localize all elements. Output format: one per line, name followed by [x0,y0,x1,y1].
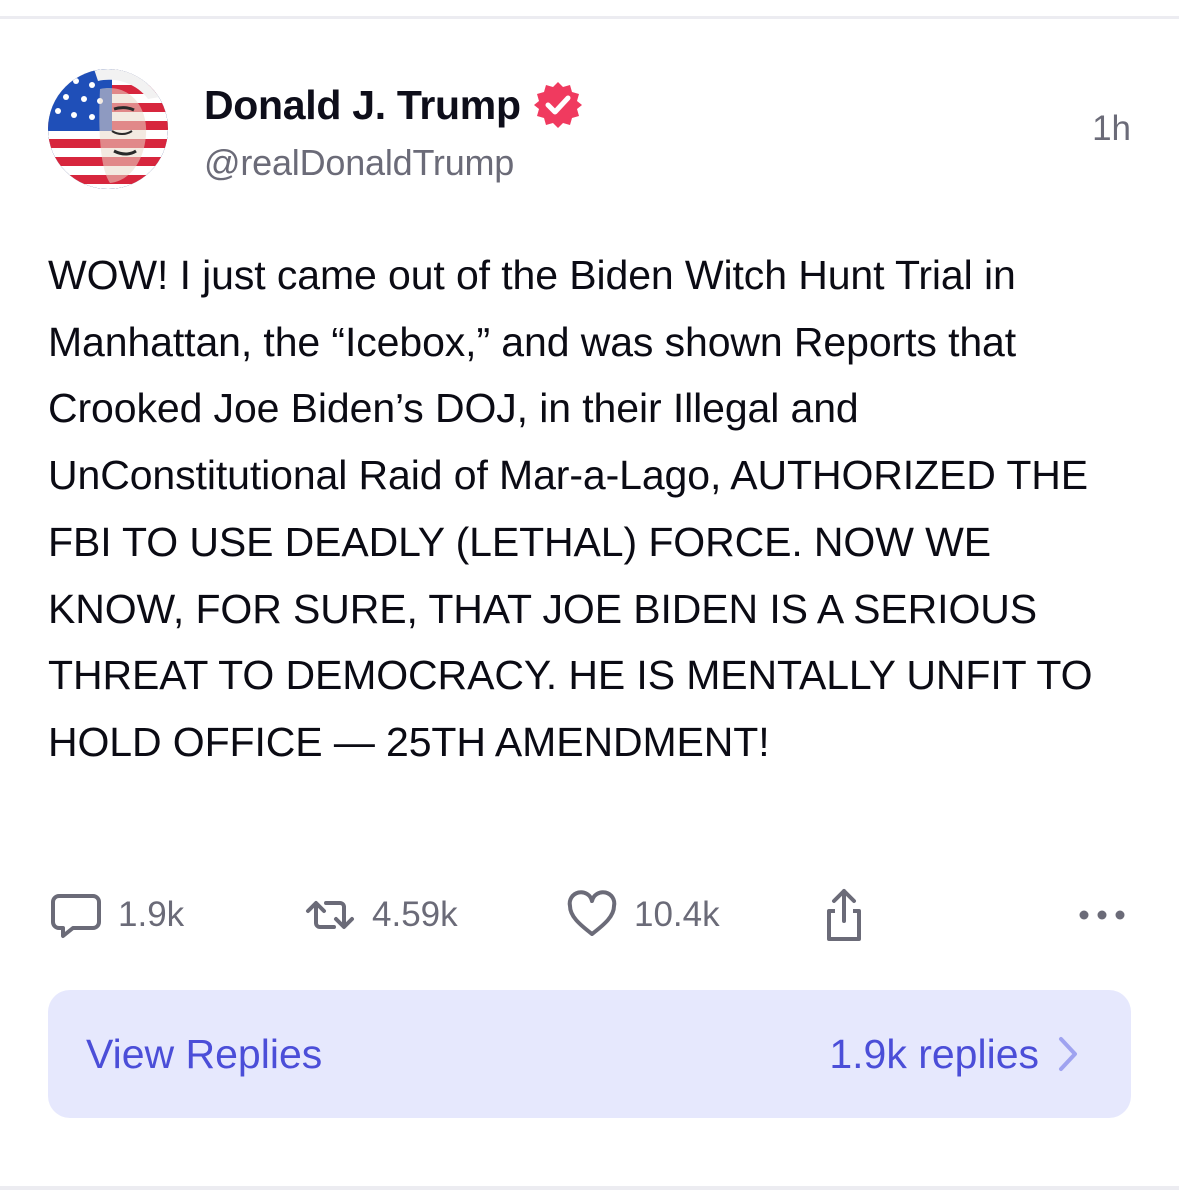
share-icon [816,887,872,943]
more-icon [1074,887,1130,943]
post-timestamp[interactable]: 1h [1092,109,1131,149]
share-button[interactable] [816,880,872,950]
author-avatar[interactable] [48,69,168,189]
heart-icon [564,887,620,943]
bottom-divider [0,1186,1179,1190]
repost-action[interactable]: 4.59k [302,880,458,950]
post-card[interactable]: Donald J. Trump @realDonaldTrump 1h WOW!… [48,64,1131,776]
view-replies-bar[interactable]: View Replies 1.9k replies [48,990,1131,1118]
repost-icon [302,887,358,943]
truth-social-post-page: Donald J. Trump @realDonaldTrump 1h WOW!… [0,0,1179,1200]
post-body: WOW! I just came out of the Biden Witch … [48,252,1104,765]
repost-count: 4.59k [372,895,458,934]
avatar-image [48,69,168,189]
replies-count-label[interactable]: 1.9k replies [829,1031,1079,1078]
like-count: 10.4k [634,895,720,934]
view-replies-label[interactable]: View Replies [86,1031,322,1078]
post-actions: 1.9k 4.59k 10.4k [48,880,1131,950]
replies-count-text: 1.9k replies [829,1030,1039,1077]
reply-count: 1.9k [118,895,185,934]
author-handle[interactable]: @realDonaldTrump [204,142,583,184]
author-names: Donald J. Trump @realDonaldTrump [204,78,583,184]
reply-action[interactable]: 1.9k [48,880,184,950]
display-name-row: Donald J. Trump [204,78,583,132]
post-header: Donald J. Trump @realDonaldTrump 1h [48,64,1131,194]
more-options-button[interactable] [1074,880,1130,950]
author-display-name[interactable]: Donald J. Trump [204,82,521,129]
chevron-right-icon [1057,1035,1079,1073]
verified-badge-icon [533,80,583,130]
like-action[interactable]: 10.4k [564,880,720,950]
comment-icon [48,887,104,943]
top-divider [0,16,1179,19]
